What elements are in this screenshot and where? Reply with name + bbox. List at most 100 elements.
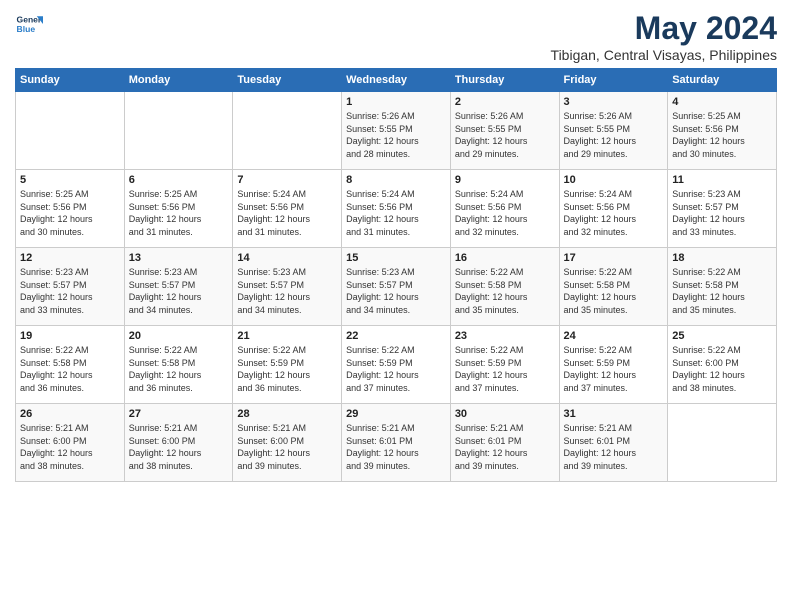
page-container: General Blue May 2024 Tibigan, Central V… <box>0 0 792 487</box>
day-info: Sunrise: 5:21 AMSunset: 6:01 PMDaylight:… <box>564 422 664 472</box>
col-friday: Friday <box>559 69 668 92</box>
day-info: Sunrise: 5:21 AMSunset: 6:00 PMDaylight:… <box>20 422 120 472</box>
title-section: May 2024 Tibigan, Central Visayas, Phili… <box>551 10 777 63</box>
table-row: 12Sunrise: 5:23 AMSunset: 5:57 PMDayligh… <box>16 248 125 326</box>
day-info: Sunrise: 5:26 AMSunset: 5:55 PMDaylight:… <box>346 110 446 160</box>
table-row: 28 Sunrise: 5:21 AMSunset: 6:00 PMDayligh… <box>233 404 342 482</box>
day-info: Sunrise: 5:21 AMSunset: 6:01 PMDaylight:… <box>346 422 446 472</box>
day-info: Sunrise: 5:22 AMSunset: 5:58 PMDaylight:… <box>129 344 229 394</box>
day-info: Sunrise: 5:25 AMSunset: 5:56 PMDaylight:… <box>20 188 120 238</box>
table-row: 2 Sunrise: 5:26 AMSunset: 5:55 PMDaylight… <box>450 92 559 170</box>
table-row: 31 Sunrise: 5:21 AMSunset: 6:01 PMDayligh… <box>559 404 668 482</box>
day-number: 2 <box>455 96 555 108</box>
table-row: 24Sunrise: 5:22 AMSunset: 5:59 PMDayligh… <box>559 326 668 404</box>
day-number: 27 <box>129 408 229 420</box>
day-number: 19 <box>20 330 120 342</box>
page-title: May 2024 <box>551 10 777 47</box>
day-number: 23 <box>455 330 555 342</box>
day-number: 21 <box>237 330 337 342</box>
day-info: Sunrise: 5:22 AMSunset: 5:59 PMDaylight:… <box>455 344 555 394</box>
day-info: Sunrise: 5:22 AMSunset: 5:58 PMDaylight:… <box>455 266 555 316</box>
day-number: 14 <box>237 252 337 264</box>
day-info: Sunrise: 5:24 AMSunset: 5:56 PMDaylight:… <box>346 188 446 238</box>
table-row: 3 Sunrise: 5:26 AMSunset: 5:55 PMDaylight… <box>559 92 668 170</box>
day-info: Sunrise: 5:25 AMSunset: 5:56 PMDaylight:… <box>672 110 772 160</box>
table-row: 10 Sunrise: 5:24 AMSunset: 5:56 PMDayligh… <box>559 170 668 248</box>
day-info: Sunrise: 5:26 AMSunset: 5:55 PMDaylight:… <box>455 110 555 160</box>
table-row: 21 Sunrise: 5:22 AMSunset: 5:59 PMDayligh… <box>233 326 342 404</box>
table-row: 4Sunrise: 5:25 AMSunset: 5:56 PMDaylight… <box>668 92 777 170</box>
calendar-week-row: 1 Sunrise: 5:26 AMSunset: 5:55 PMDaylight… <box>16 92 777 170</box>
table-row <box>668 404 777 482</box>
calendar-week-row: 26 Sunrise: 5:21 AMSunset: 6:00 PMDayligh… <box>16 404 777 482</box>
table-row: 30Sunrise: 5:21 AMSunset: 6:01 PMDayligh… <box>450 404 559 482</box>
day-number: 9 <box>455 174 555 186</box>
day-number: 25 <box>672 330 772 342</box>
table-row: 29 Sunrise: 5:21 AMSunset: 6:01 PMDayligh… <box>342 404 451 482</box>
day-number: 3 <box>564 96 664 108</box>
day-info: Sunrise: 5:22 AMSunset: 5:58 PMDaylight:… <box>672 266 772 316</box>
table-row: 1 Sunrise: 5:26 AMSunset: 5:55 PMDaylight… <box>342 92 451 170</box>
day-info: Sunrise: 5:22 AMSunset: 5:59 PMDaylight:… <box>346 344 446 394</box>
calendar-week-row: 5 Sunrise: 5:25 AMSunset: 5:56 PMDaylight… <box>16 170 777 248</box>
day-info: Sunrise: 5:23 AMSunset: 5:57 PMDaylight:… <box>672 188 772 238</box>
day-number: 13 <box>129 252 229 264</box>
table-row <box>233 92 342 170</box>
day-number: 29 <box>346 408 446 420</box>
day-info: Sunrise: 5:24 AMSunset: 5:56 PMDaylight:… <box>564 188 664 238</box>
day-info: Sunrise: 5:22 AMSunset: 5:59 PMDaylight:… <box>237 344 337 394</box>
day-number: 28 <box>237 408 337 420</box>
table-row: 11 Sunrise: 5:23 AMSunset: 5:57 PMDayligh… <box>668 170 777 248</box>
day-info: Sunrise: 5:21 AMSunset: 6:00 PMDaylight:… <box>237 422 337 472</box>
table-row: 15Sunrise: 5:23 AMSunset: 5:57 PMDayligh… <box>342 248 451 326</box>
day-number: 8 <box>346 174 446 186</box>
day-number: 1 <box>346 96 446 108</box>
day-number: 22 <box>346 330 446 342</box>
day-info: Sunrise: 5:23 AMSunset: 5:57 PMDaylight:… <box>129 266 229 316</box>
day-number: 20 <box>129 330 229 342</box>
table-row: 20 Sunrise: 5:22 AMSunset: 5:58 PMDayligh… <box>124 326 233 404</box>
calendar-week-row: 19 Sunrise: 5:22 AMSunset: 5:58 PMDayligh… <box>16 326 777 404</box>
day-info: Sunrise: 5:22 AMSunset: 5:58 PMDaylight:… <box>564 266 664 316</box>
calendar-week-row: 12 Sunrise: 5:23 AMSunset: 5:57 PMDayligh… <box>16 248 777 326</box>
calendar-body: 1 Sunrise: 5:26 AMSunset: 5:55 PMDaylight… <box>16 92 777 482</box>
day-number: 26 <box>20 408 120 420</box>
table-row <box>124 92 233 170</box>
table-row: 22 Sunrise: 5:22 AMSunset: 5:59 PMDayligh… <box>342 326 451 404</box>
day-number: 11 <box>672 174 772 186</box>
calendar-table: Sunday Monday Tuesday Wednesday Thursday… <box>15 68 777 482</box>
day-info: Sunrise: 5:21 AMSunset: 6:01 PMDaylight:… <box>455 422 555 472</box>
day-number: 18 <box>672 252 772 264</box>
calendar-header-row: Sunday Monday Tuesday Wednesday Thursday… <box>16 69 777 92</box>
table-row: 17Sunrise: 5:22 AMSunset: 5:58 PMDayligh… <box>559 248 668 326</box>
day-number: 7 <box>237 174 337 186</box>
table-row: 14 Sunrise: 5:23 AMSunset: 5:57 PMDayligh… <box>233 248 342 326</box>
table-row: 7 Sunrise: 5:24 AMSunset: 5:56 PMDaylight… <box>233 170 342 248</box>
table-row: 8 Sunrise: 5:24 AMSunset: 5:56 PMDaylight… <box>342 170 451 248</box>
col-thursday: Thursday <box>450 69 559 92</box>
table-row: 18 Sunrise: 5:22 AMSunset: 5:58 PMDayligh… <box>668 248 777 326</box>
day-info: Sunrise: 5:22 AMSunset: 5:58 PMDaylight:… <box>20 344 120 394</box>
table-row: 9 Sunrise: 5:24 AMSunset: 5:56 PMDaylight… <box>450 170 559 248</box>
table-row: 25Sunrise: 5:22 AMSunset: 6:00 PMDayligh… <box>668 326 777 404</box>
table-row: 6Sunrise: 5:25 AMSunset: 5:56 PMDaylight… <box>124 170 233 248</box>
table-row: 16 Sunrise: 5:22 AMSunset: 5:58 PMDayligh… <box>450 248 559 326</box>
col-sunday: Sunday <box>16 69 125 92</box>
page-subtitle: Tibigan, Central Visayas, Philippines <box>551 47 777 63</box>
day-info: Sunrise: 5:24 AMSunset: 5:56 PMDaylight:… <box>455 188 555 238</box>
day-number: 12 <box>20 252 120 264</box>
day-info: Sunrise: 5:24 AMSunset: 5:56 PMDaylight:… <box>237 188 337 238</box>
day-info: Sunrise: 5:21 AMSunset: 6:00 PMDaylight:… <box>129 422 229 472</box>
logo-icon: General Blue <box>15 10 43 38</box>
day-info: Sunrise: 5:26 AMSunset: 5:55 PMDaylight:… <box>564 110 664 160</box>
col-wednesday: Wednesday <box>342 69 451 92</box>
day-number: 16 <box>455 252 555 264</box>
day-number: 5 <box>20 174 120 186</box>
day-info: Sunrise: 5:25 AMSunset: 5:56 PMDaylight:… <box>129 188 229 238</box>
day-info: Sunrise: 5:23 AMSunset: 5:57 PMDaylight:… <box>237 266 337 316</box>
day-number: 10 <box>564 174 664 186</box>
table-row <box>16 92 125 170</box>
day-number: 24 <box>564 330 664 342</box>
day-number: 31 <box>564 408 664 420</box>
table-row: 27 Sunrise: 5:21 AMSunset: 6:00 PMDayligh… <box>124 404 233 482</box>
